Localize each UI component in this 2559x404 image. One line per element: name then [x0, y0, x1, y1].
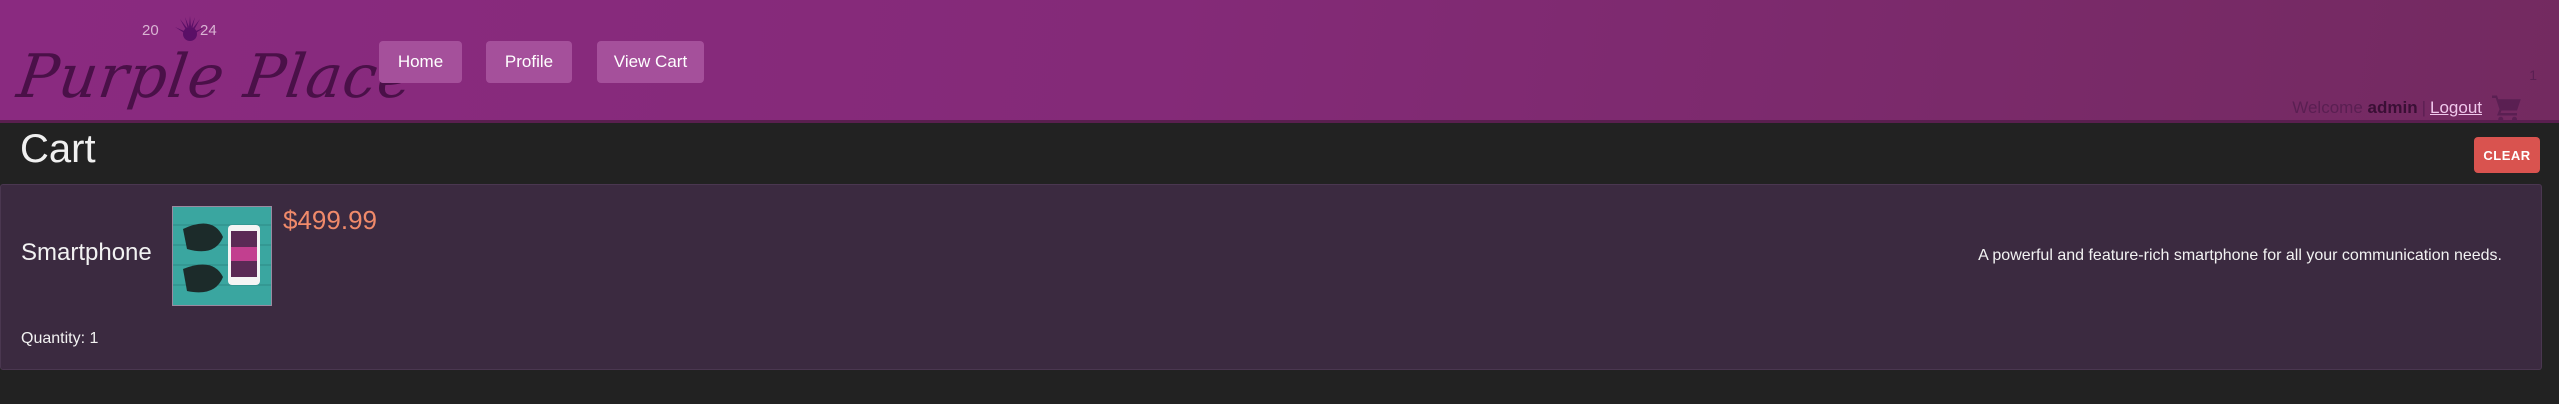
item-description: A powerful and feature-rich smartphone f…: [1978, 247, 2502, 264]
logo-year-right: 24: [200, 22, 217, 39]
nav-profile-button[interactable]: Profile: [486, 41, 572, 83]
cart-item: Smartphone $499.99 A powerful and featur…: [0, 184, 2542, 370]
welcome-prefix: Welcome: [2292, 98, 2363, 117]
cart-count-badge: 1: [2529, 67, 2537, 83]
logo-text: Purple Place: [13, 42, 420, 112]
item-quantity: Quantity: 1: [21, 330, 98, 348]
page-title: Cart: [20, 127, 96, 171]
cart-icon[interactable]: [2492, 94, 2522, 122]
quantity-value: 1: [89, 330, 99, 347]
clear-cart-button[interactable]: CLEAR: [2474, 137, 2540, 173]
smartphone-image: [173, 207, 271, 305]
site-header: 20 24 Purple Place Home Profile View Car…: [0, 0, 2559, 123]
welcome-text: Welcome admin: [2292, 98, 2417, 118]
item-name: Smartphone: [21, 239, 152, 266]
username: admin: [2367, 98, 2418, 117]
user-separator: |: [2421, 98, 2426, 117]
quantity-label: Quantity:: [21, 330, 86, 347]
logo-year-left: 20: [142, 22, 159, 39]
nav-view-cart-button[interactable]: View Cart: [597, 41, 704, 83]
logout-link[interactable]: Logout: [2430, 98, 2482, 118]
site-logo[interactable]: 20 24 Purple Place: [13, 8, 419, 118]
item-price: $499.99: [283, 205, 377, 235]
item-image: [172, 206, 272, 306]
user-area: Welcome admin | Logout: [2292, 94, 2522, 122]
nav-home-button[interactable]: Home: [379, 41, 462, 83]
